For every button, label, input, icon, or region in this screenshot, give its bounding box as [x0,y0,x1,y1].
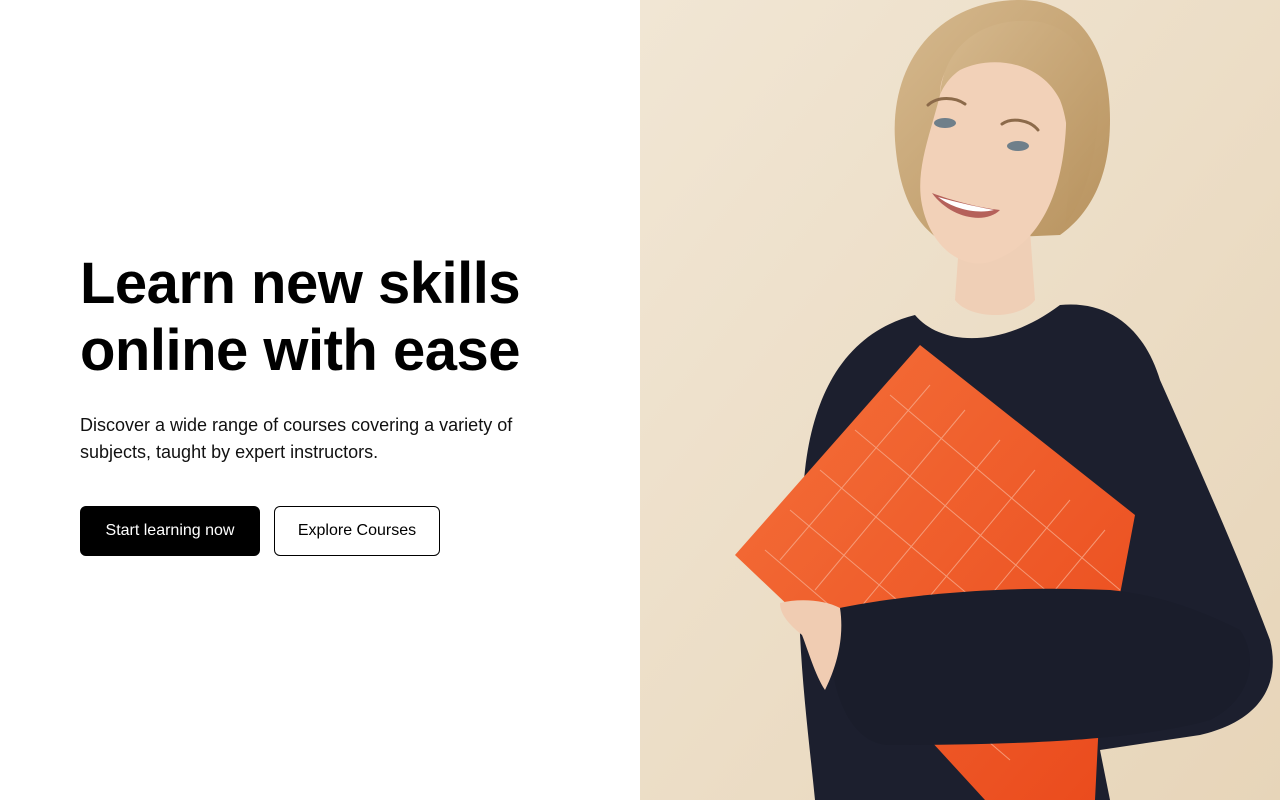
landing-page: Learn new skills online with ease Discov… [0,0,1280,800]
hero-image-panel [640,0,1280,800]
arm-sleeve [829,588,1250,745]
left-eye [934,118,956,128]
explore-courses-button[interactable]: Explore Courses [274,506,440,556]
hero-text-panel: Learn new skills online with ease Discov… [0,0,640,800]
hero-title: Learn new skills online with ease [80,250,560,384]
hero-title-line-1: Learn new skills [80,251,521,316]
hero-content: Learn new skills online with ease Discov… [80,250,560,556]
hero-title-line-2: online with ease [80,318,521,383]
start-learning-button[interactable]: Start learning now [80,506,260,556]
student-holding-book-image [640,0,1280,800]
hero-actions: Start learning now Explore Courses [80,506,560,556]
hero-subtitle: Discover a wide range of courses coverin… [80,415,513,462]
right-eye [1007,141,1029,151]
